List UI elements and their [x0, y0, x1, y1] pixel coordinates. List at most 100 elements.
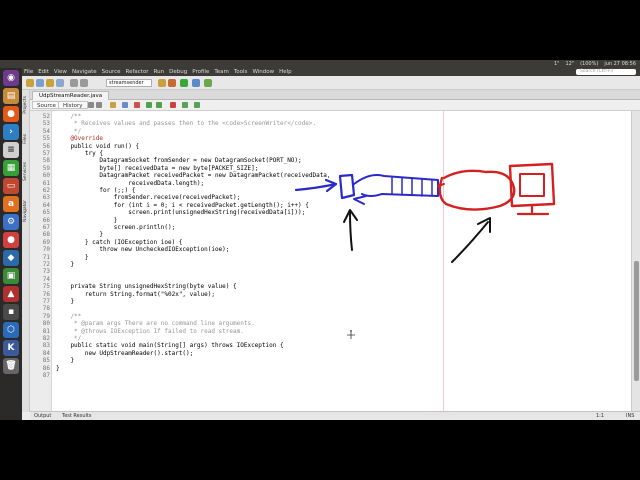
- code-line: fromSender.receive(receivedPacket);: [56, 194, 241, 202]
- menu-profile[interactable]: Profile: [192, 69, 209, 75]
- line-number: 68: [42, 231, 50, 239]
- line-number: 81: [42, 327, 50, 335]
- line-number: 67: [42, 224, 50, 231]
- open-project-icon[interactable]: [46, 79, 54, 87]
- tab-projects[interactable]: Projects: [23, 96, 29, 114]
- menu-help[interactable]: Help: [279, 69, 292, 75]
- tab-navigator[interactable]: Navigator: [23, 200, 29, 222]
- app-icon[interactable]: ▪: [3, 304, 19, 320]
- menu-refactor[interactable]: Refactor: [126, 69, 149, 75]
- line-number: 66: [42, 216, 50, 224]
- dash-icon[interactable]: ◉: [3, 70, 19, 86]
- clean-build-icon[interactable]: [168, 79, 176, 87]
- system-tray: 1" 12" (100%) jun 27 08:56: [554, 60, 636, 68]
- save-all-icon[interactable]: [56, 79, 64, 87]
- line-number: 63: [42, 194, 50, 202]
- tab-services[interactable]: Services: [23, 162, 29, 181]
- code-line: throw new UncheckedIOException(ioe);: [56, 246, 230, 254]
- code-line: for (int i = 0; i < receivedPacket.getLe…: [56, 201, 309, 209]
- record-macro-icon[interactable]: [170, 102, 176, 108]
- code-line: receivedData.length);: [56, 179, 205, 187]
- new-file-icon[interactable]: [36, 79, 44, 87]
- line-number: 53: [42, 120, 50, 128]
- vertical-scrollbar[interactable]: [631, 111, 640, 411]
- bottom-status-bar: Output Test Results 1:1 INS: [30, 411, 640, 420]
- software-center-icon[interactable]: a: [3, 196, 19, 212]
- comment-icon[interactable]: [182, 102, 188, 108]
- document-icon[interactable]: ≡: [3, 142, 19, 158]
- history-tab[interactable]: History: [58, 101, 88, 109]
- settings-icon[interactable]: ⚙: [3, 214, 19, 230]
- back-icon[interactable]: [88, 102, 94, 108]
- menu-debug[interactable]: Debug: [169, 69, 187, 75]
- menu-source[interactable]: Source: [102, 69, 121, 75]
- tray-item[interactable]: 12": [565, 61, 574, 67]
- find-icon[interactable]: [110, 102, 116, 108]
- source-tab[interactable]: Source: [32, 101, 61, 109]
- toggle-highlight-icon[interactable]: [122, 102, 128, 108]
- tray-item[interactable]: 1": [554, 61, 559, 67]
- redo-icon[interactable]: [80, 79, 88, 87]
- spreadsheet-icon[interactable]: ▦: [3, 160, 19, 176]
- editor-tab-bar: UdpStreamReader.java: [30, 90, 640, 100]
- menu-tools[interactable]: Tools: [234, 69, 248, 75]
- build-icon[interactable]: [158, 79, 166, 87]
- forward-icon[interactable]: [96, 102, 102, 108]
- output-tab[interactable]: Output: [34, 413, 51, 419]
- undo-icon[interactable]: [70, 79, 78, 87]
- menu-view[interactable]: View: [54, 69, 67, 75]
- shift-left-icon[interactable]: [146, 102, 152, 108]
- uncomment-icon[interactable]: [194, 102, 200, 108]
- config-select[interactable]: streamsender: [106, 79, 152, 87]
- app-icon[interactable]: ▲: [3, 286, 19, 302]
- firefox-icon[interactable]: ●: [3, 106, 19, 122]
- code-line: }: [56, 357, 75, 365]
- netbeans-icon[interactable]: ◆: [3, 250, 19, 266]
- files-icon[interactable]: ▤: [3, 88, 19, 104]
- run-icon[interactable]: [180, 79, 188, 87]
- code-line: * @param args There are no command line …: [56, 320, 255, 328]
- code-line: /**: [56, 113, 82, 120]
- app-icon[interactable]: ▣: [3, 268, 19, 284]
- code-line: private String unsignedHexString(byte va…: [56, 283, 237, 291]
- debug-icon[interactable]: [192, 79, 200, 87]
- clock[interactable]: jun 27 08:56: [604, 61, 636, 67]
- app-icon[interactable]: ⬡: [3, 322, 19, 338]
- app-icon[interactable]: ●: [3, 232, 19, 248]
- caret-position: 1:1: [596, 413, 605, 419]
- line-number: 84: [42, 349, 50, 357]
- code-line: screen.println();: [56, 224, 176, 231]
- battery-indicator[interactable]: (100%): [580, 61, 598, 67]
- line-number: 70: [42, 246, 50, 254]
- search-input[interactable]: Search (Ctrl+I): [576, 69, 636, 75]
- line-number: 52: [42, 113, 50, 120]
- new-project-icon[interactable]: [26, 79, 34, 87]
- app-icon[interactable]: K: [3, 340, 19, 356]
- profile-icon[interactable]: [204, 79, 212, 87]
- code-editor[interactable]: /** * Receives values and passes then to…: [52, 111, 631, 411]
- file-tab[interactable]: UdpStreamReader.java: [32, 91, 110, 100]
- menu-edit[interactable]: Edit: [38, 69, 49, 75]
- terminal-icon[interactable]: ›: [3, 124, 19, 140]
- code-line: return String.format("%02x", value);: [56, 290, 215, 298]
- tab-files[interactable]: Files: [23, 134, 29, 144]
- trash-icon[interactable]: 🗑: [3, 358, 19, 374]
- menu-window[interactable]: Window: [252, 69, 274, 75]
- toggle-bookmark-icon[interactable]: [134, 102, 140, 108]
- shift-right-icon[interactable]: [156, 102, 162, 108]
- menu-file[interactable]: File: [24, 69, 33, 75]
- line-number: 80: [42, 320, 50, 328]
- line-number: 76: [42, 290, 50, 298]
- line-number: 56: [42, 142, 50, 150]
- test-results-tab[interactable]: Test Results: [62, 413, 92, 419]
- line-number: 85: [42, 357, 50, 365]
- menu-team[interactable]: Team: [214, 69, 229, 75]
- menu-navigate[interactable]: Navigate: [72, 69, 97, 75]
- code-line: byte[] receivedData = new byte[PACKET_SI…: [56, 164, 259, 172]
- code-line: new UdpStreamReader().start();: [56, 349, 194, 357]
- code-line: try {: [56, 150, 103, 157]
- menu-run[interactable]: Run: [154, 69, 165, 75]
- line-number: 64: [42, 201, 50, 209]
- scrollbar-thumb[interactable]: [634, 261, 639, 381]
- presentation-icon[interactable]: ▭: [3, 178, 19, 194]
